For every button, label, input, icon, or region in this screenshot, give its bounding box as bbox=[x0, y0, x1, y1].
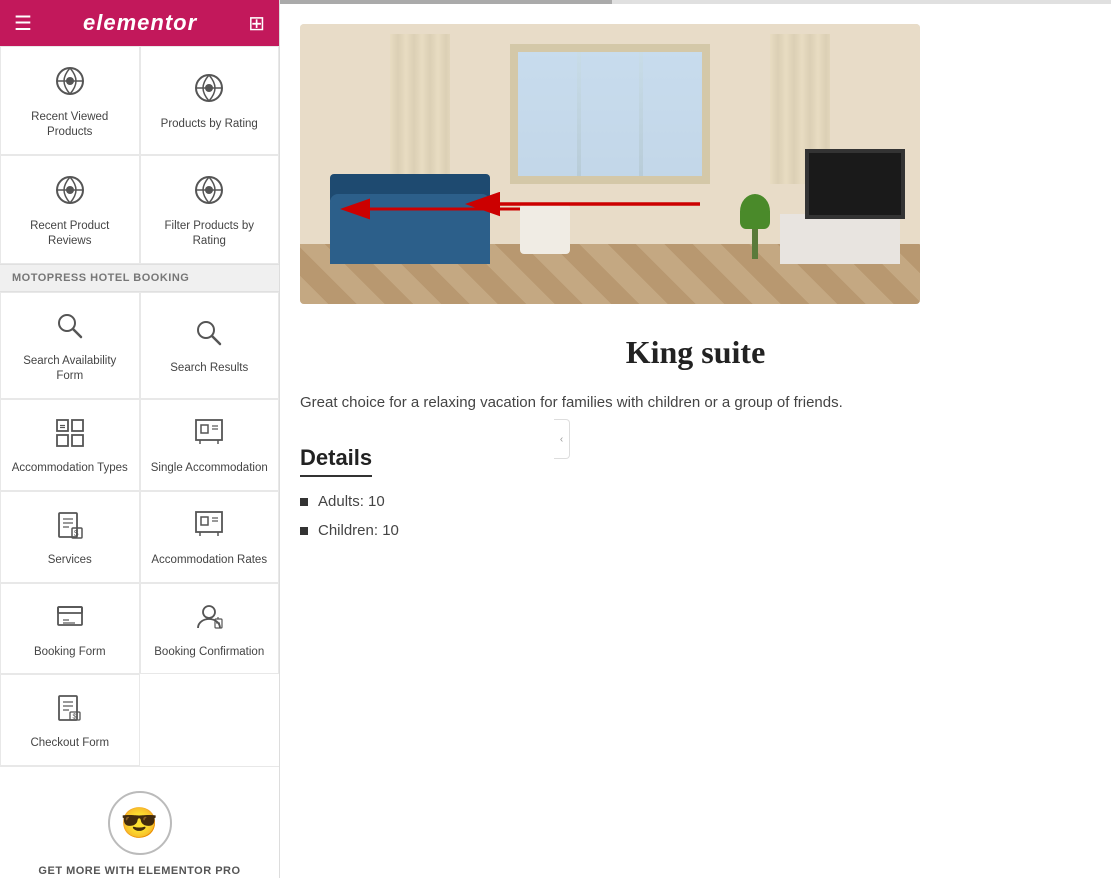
widget-booking-confirmation[interactable]: Booking Confirmation bbox=[140, 583, 280, 675]
detail-bullet-adults bbox=[300, 498, 308, 506]
widget-accommodation-types-label: Accommodation Types bbox=[12, 461, 128, 476]
booking-form-icon bbox=[55, 602, 85, 637]
tv-stand bbox=[780, 214, 900, 264]
widget-booking-form[interactable]: Booking Form bbox=[0, 583, 140, 675]
pro-avatar: 😎 bbox=[108, 791, 172, 855]
main-content: King suite Great choice for a relaxing v… bbox=[280, 0, 1111, 878]
wordpress-icon-1 bbox=[54, 65, 86, 102]
wordpress-icon-4 bbox=[193, 174, 225, 211]
sidebar: ☰ elementor ⊞ Recent Viewed Products bbox=[0, 0, 280, 878]
wordpress-icon-2 bbox=[193, 72, 225, 109]
widget-accommodation-rates[interactable]: Accommodation Rates bbox=[140, 491, 280, 583]
booking-confirmation-icon bbox=[194, 602, 224, 637]
room-image bbox=[300, 24, 920, 304]
pro-avatar-icon: 😎 bbox=[121, 806, 158, 841]
wordpress-icon-3 bbox=[54, 174, 86, 211]
pro-text: GET MORE WITH ELEMENTOR PRO bbox=[38, 865, 240, 877]
widget-search-availability-label: Search Availability Form bbox=[9, 354, 131, 384]
widget-single-accommodation-label: Single Accommodation bbox=[151, 461, 268, 476]
widget-recent-viewed-products-label: Recent Viewed Products bbox=[9, 110, 131, 140]
detail-adults: Adults: 10 bbox=[300, 493, 1091, 510]
hotel-booking-widget-grid: Search Availability Form Search Results bbox=[0, 292, 279, 767]
room-image-container bbox=[300, 24, 920, 304]
room-window bbox=[510, 44, 710, 184]
widget-booking-form-label: Booking Form bbox=[34, 645, 106, 660]
sofa bbox=[330, 194, 490, 264]
room-title: King suite bbox=[300, 334, 1091, 371]
svg-text:$: $ bbox=[72, 714, 76, 721]
widget-recent-product-reviews-label: Recent Product Reviews bbox=[9, 219, 131, 249]
grid-icon[interactable]: ⊞ bbox=[248, 11, 265, 36]
tv bbox=[805, 149, 905, 219]
widget-recent-viewed-products[interactable]: Recent Viewed Products bbox=[0, 46, 140, 155]
widget-products-by-rating[interactable]: Products by Rating bbox=[140, 46, 280, 155]
widget-services-label: Services bbox=[48, 553, 92, 568]
checkout-form-icon: $ bbox=[55, 693, 85, 728]
detail-children: Children: 10 bbox=[300, 522, 1091, 539]
detail-adults-label: Adults: 10 bbox=[318, 493, 385, 510]
top-bar: ☰ elementor ⊞ bbox=[0, 0, 279, 46]
collapse-sidebar-handle[interactable]: ‹ bbox=[554, 419, 570, 459]
widget-single-accommodation[interactable]: Single Accommodation bbox=[140, 399, 280, 491]
widget-accommodation-types[interactable]: Accommodation Types bbox=[0, 399, 140, 491]
curtain-left bbox=[390, 34, 450, 184]
accommodation-rates-icon bbox=[194, 510, 224, 545]
hamburger-icon[interactable]: ☰ bbox=[14, 11, 32, 36]
widget-search-results[interactable]: Search Results bbox=[140, 292, 280, 399]
elementor-logo: elementor bbox=[83, 10, 197, 36]
woocommerce-widget-grid: Recent Viewed Products Products by Ratin… bbox=[0, 46, 279, 264]
widget-accommodation-rates-label: Accommodation Rates bbox=[151, 553, 267, 568]
content-area: King suite Great choice for a relaxing v… bbox=[280, 4, 1111, 878]
hotel-booking-section-header: MOTOPRESS HOTEL BOOKING bbox=[0, 264, 279, 292]
widget-recent-product-reviews[interactable]: Recent Product Reviews bbox=[0, 155, 140, 264]
widget-search-availability-form[interactable]: Search Availability Form bbox=[0, 292, 140, 399]
room-description: Great choice for a relaxing vacation for… bbox=[300, 391, 1091, 415]
widget-search-results-label: Search Results bbox=[170, 361, 248, 376]
widget-filter-products-by-rating[interactable]: Filter Products by Rating bbox=[140, 155, 280, 264]
chevron-left-icon: ‹ bbox=[560, 434, 563, 445]
widget-checkout-form-label: Checkout Form bbox=[30, 736, 109, 751]
chair bbox=[520, 204, 570, 254]
widget-filter-products-by-rating-label: Filter Products by Rating bbox=[149, 219, 271, 249]
widget-booking-confirmation-label: Booking Confirmation bbox=[154, 645, 264, 660]
single-accommodation-icon bbox=[194, 418, 224, 453]
detail-bullet-children bbox=[300, 527, 308, 535]
widget-products-by-rating-label: Products by Rating bbox=[161, 117, 258, 132]
search-availability-icon bbox=[55, 311, 85, 346]
pro-section: 😎 GET MORE WITH ELEMENTOR PRO GO PRO bbox=[0, 766, 279, 878]
accommodation-types-icon bbox=[55, 418, 85, 453]
details-title: Details bbox=[300, 445, 372, 477]
svg-text:$: $ bbox=[74, 529, 79, 538]
widget-checkout-form[interactable]: $ Checkout Form bbox=[0, 674, 140, 766]
search-results-icon bbox=[194, 318, 224, 353]
detail-children-label: Children: 10 bbox=[318, 522, 399, 539]
widget-services[interactable]: $ Services bbox=[0, 491, 140, 583]
plant bbox=[740, 194, 770, 254]
services-icon: $ bbox=[55, 510, 85, 545]
